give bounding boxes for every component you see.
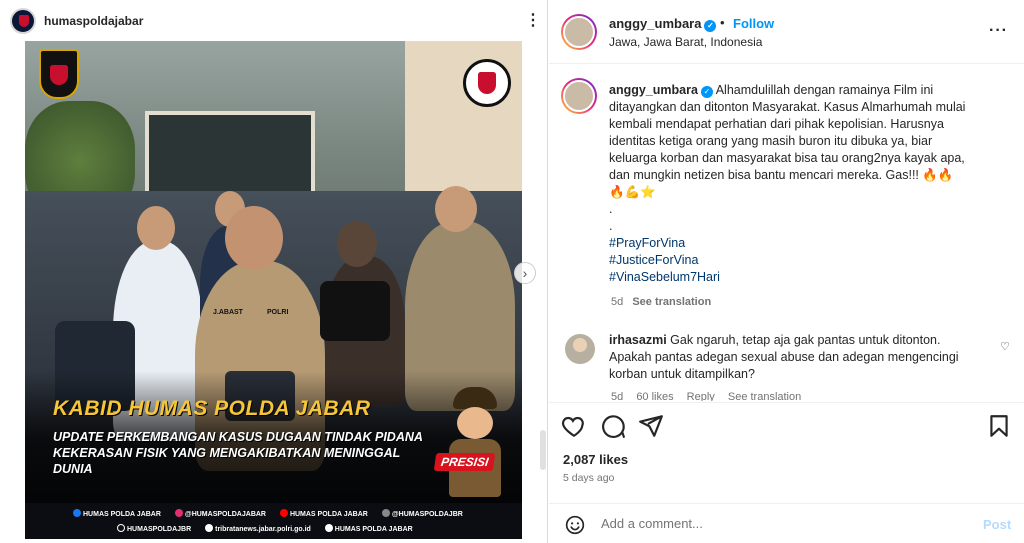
account-username[interactable]: humaspoldajabar (44, 14, 143, 28)
web-icon (205, 524, 214, 532)
verified-badge-icon: ✓ (700, 86, 713, 98)
footer-row-1: HUMAS POLDA JABAR @HUMASPOLDAJABAR HUMAS… (73, 509, 513, 518)
x-icon (381, 509, 390, 517)
author-username[interactable]: anggy_umbara ✓ (609, 16, 717, 32)
photo-subheadline: UPDATE PERKEMBANGAN KASUS DUGAAN TINDAK … (53, 430, 423, 476)
post-media-header: humaspoldajabar ⋮ (0, 0, 548, 40)
more-options-icon[interactable]: ··· (989, 22, 1008, 40)
add-comment-input[interactable] (601, 516, 941, 531)
footer-text: HUMAS POLDA JABAR (289, 511, 368, 518)
comment-likes[interactable]: 60 likes (636, 391, 673, 401)
caption-meta: 5d See translation (611, 296, 717, 308)
presisi-badge: PRESISI (433, 453, 496, 471)
caption-dot: . (609, 219, 613, 233)
hashtag-link[interactable]: #JusticeForVina (609, 252, 720, 269)
footer-text: HUMAS POLDA JABAR (334, 526, 413, 533)
comment-like-heart-icon[interactable]: ♡ (1000, 340, 1010, 353)
post-caption: anggy_umbara ✓ Alhamdulillah dengan ramai… (609, 82, 979, 235)
more-options-icon[interactable]: ⋮ (525, 10, 542, 30)
police-mascot (439, 381, 511, 501)
comment-meta: 5d 60 likes Reply See translation (611, 391, 811, 401)
scrollbar[interactable] (540, 430, 546, 470)
threads-icon (324, 524, 333, 532)
reply-link[interactable]: Reply (687, 391, 715, 401)
video-camera (320, 281, 390, 341)
account-avatar[interactable] (10, 8, 36, 34)
share-send-icon[interactable] (638, 413, 664, 439)
footer-text: @HUMASPOLDAJABAR (184, 511, 266, 518)
person-head (435, 186, 477, 232)
emoji-smiley-icon[interactable] (565, 515, 585, 535)
polri-tag: POLRI (267, 309, 289, 316)
humas-logo (463, 59, 511, 107)
post-comment-button[interactable]: Post (983, 517, 1011, 532)
post-location[interactable]: Jawa, Jawa Barat, Indonesia (609, 35, 762, 49)
footer-text: tribratanews.jabar.polri.go.id (215, 526, 311, 533)
like-heart-icon[interactable] (561, 413, 587, 439)
hashtag-link[interactable]: #PrayForVina (609, 235, 720, 252)
hashtag-link[interactable]: #VinaSebelum7Hari (609, 269, 720, 286)
commenter-username[interactable]: irhasazmi (609, 333, 667, 347)
action-bar (549, 402, 1024, 446)
footer-text: @HUMASPOLDAJBR (391, 511, 463, 518)
see-translation-link[interactable]: See translation (728, 391, 801, 401)
person-head (137, 206, 175, 250)
photo-headline: KABID HUMAS POLDA JABAR (53, 397, 371, 420)
instagram-icon (174, 509, 183, 517)
caption-username[interactable]: anggy_umbara (609, 83, 698, 97)
post-photo: J.ABAST POLRI KABID HUMAS POLDA JABAR UP… (25, 41, 522, 539)
caption-text: Alhamdulillah dengan ramainya Film ini d… (609, 83, 966, 182)
hashtag-list: #PrayForVina #JusticeForVina #VinaSebelu… (609, 235, 720, 286)
verified-badge-icon: ✓ (704, 20, 717, 32)
likes-count[interactable]: 2,087 likes (563, 452, 628, 467)
post-details-panel: anggy_umbara ✓ • Follow Jawa, Jawa Barat,… (549, 0, 1024, 543)
author-username-text[interactable]: anggy_umbara (609, 16, 701, 31)
photo-footer: HUMAS POLDA JABAR @HUMASPOLDAJABAR HUMAS… (25, 503, 522, 539)
person-head (337, 221, 377, 267)
commenter-avatar[interactable] (565, 334, 595, 364)
comment: irhasazmi Gak ngaruh, tetap aja gak pant… (609, 332, 969, 383)
save-bookmark-icon[interactable] (986, 413, 1012, 439)
author-avatar[interactable] (561, 14, 597, 50)
youtube-icon (279, 509, 288, 517)
separator-dot: • (720, 15, 725, 30)
polda-jabar-logo (39, 49, 79, 99)
next-slide-chevron-icon[interactable]: › (514, 262, 536, 284)
caption-emojis: 🔥💪⭐ (609, 185, 656, 199)
comment-bubble-icon[interactable] (600, 413, 626, 439)
person-head (225, 206, 283, 270)
follow-button[interactable]: Follow (733, 16, 774, 31)
post-media-panel: humaspoldajabar ⋮ J.ABAST POLRI KABID HU… (0, 0, 548, 543)
footer-row-2: HUMASPOLDAJBR tribratanews.jabar.polri.g… (117, 524, 522, 533)
footer-text: HUMAS POLDA JABAR (83, 511, 161, 518)
post-header: anggy_umbara ✓ • Follow Jawa, Jawa Barat,… (549, 0, 1024, 64)
caption-avatar[interactable] (561, 78, 597, 114)
tiktok-icon (117, 524, 125, 532)
post-time-ago[interactable]: 5 days ago (563, 472, 614, 484)
caption-age[interactable]: 5d (611, 296, 623, 308)
add-comment-row: Post (549, 503, 1024, 543)
see-translation-link[interactable]: See translation (632, 296, 711, 308)
caption-dot: . (609, 202, 613, 216)
comment-age[interactable]: 5d (611, 391, 623, 401)
footer-text: HUMASPOLDAJBR (127, 526, 192, 533)
name-tag: J.ABAST (213, 309, 243, 316)
facebook-icon (73, 509, 81, 517)
